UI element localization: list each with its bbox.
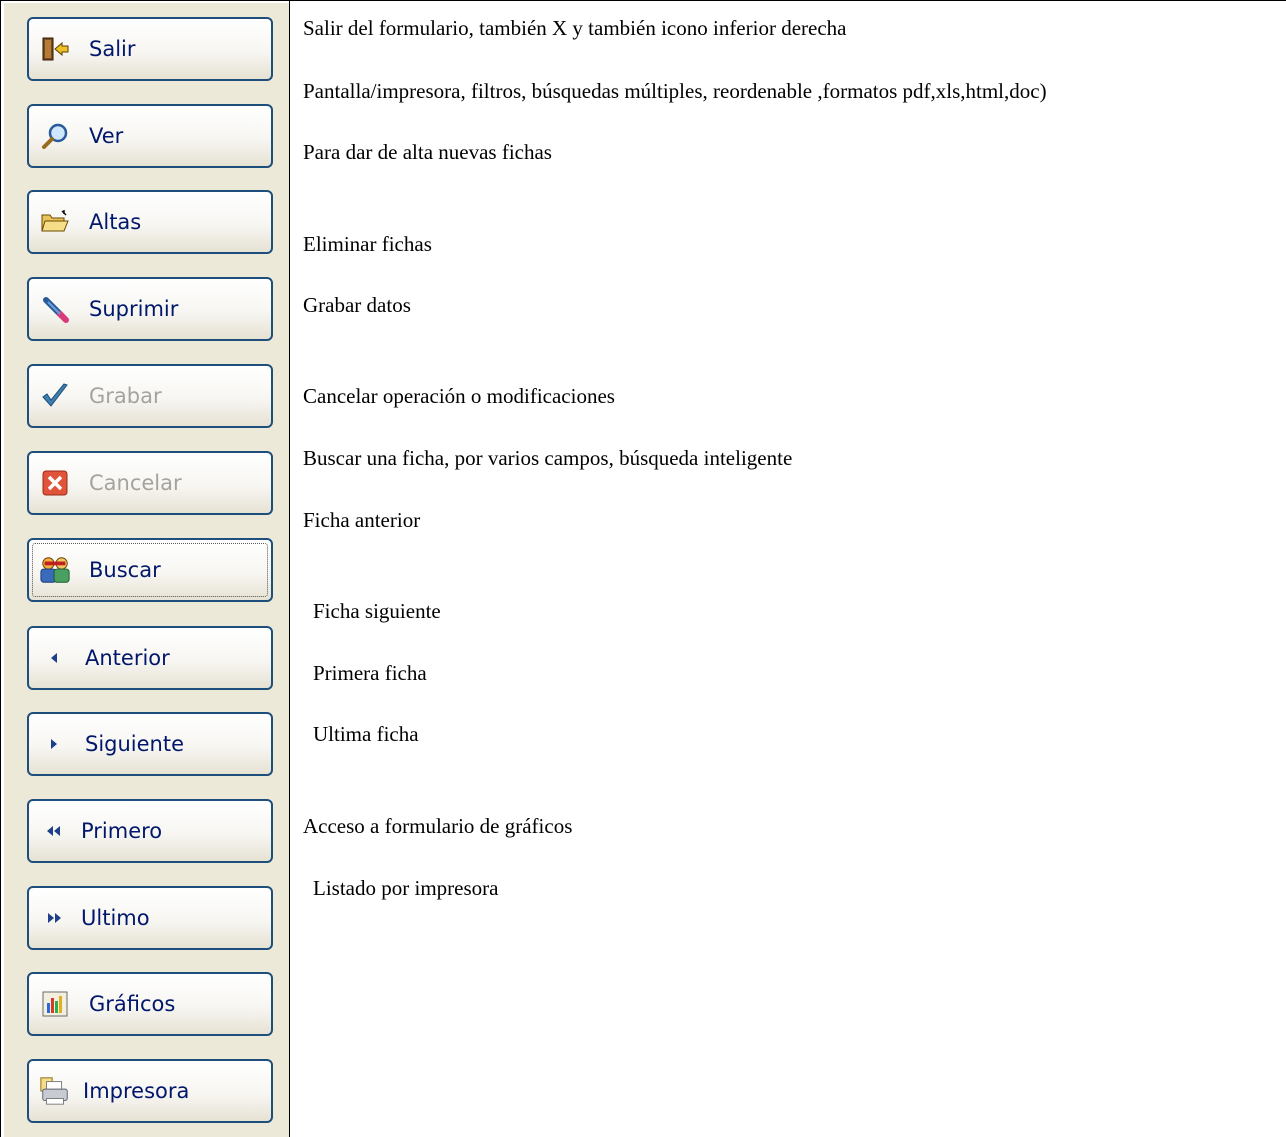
checkmark-icon: [39, 380, 71, 412]
siguiente-label: Siguiente: [85, 732, 185, 756]
ver-label: Ver: [89, 124, 124, 148]
grabar-label: Grabar: [89, 384, 162, 408]
help-table: Salir Ver Altas Suprimir Grabar Cancelar: [0, 0, 1286, 1137]
people-search-icon: [39, 554, 71, 586]
eraser-pencil-icon: [39, 293, 71, 325]
ver-button[interactable]: Ver: [27, 104, 273, 168]
buscar-description: Buscar una ficha, por varios campos, bús…: [303, 446, 793, 470]
salir-label: Salir: [89, 37, 136, 61]
buscar-button[interactable]: Buscar: [27, 538, 273, 602]
table-border-left: [0, 0, 1, 1137]
arrow-right-icon: [45, 728, 63, 760]
impresora-button[interactable]: Impresora: [27, 1059, 273, 1123]
graficos-description: Acceso a formulario de gráficos: [303, 814, 573, 838]
suprimir-label: Suprimir: [89, 297, 179, 321]
siguiente-button[interactable]: Siguiente: [27, 712, 273, 776]
altas-label: Altas: [89, 210, 142, 234]
ver-description: Pantalla/impresora, filtros, búsquedas m…: [303, 79, 1047, 103]
cancelar-button[interactable]: Cancelar: [27, 451, 273, 515]
altas-button[interactable]: Altas: [27, 190, 273, 254]
magnifier-icon: [39, 120, 71, 152]
cancelar-label: Cancelar: [89, 471, 182, 495]
double-arrow-left-icon: [45, 815, 63, 847]
altas-description: Para dar de alta nuevas fichas: [303, 140, 552, 164]
suprimir-description: Eliminar fichas: [303, 232, 432, 256]
arrow-left-icon: [45, 642, 63, 674]
bar-chart-icon: [39, 988, 71, 1020]
double-arrow-right-icon: [45, 902, 63, 934]
table-column-divider: [289, 0, 290, 1137]
red-x-icon: [39, 467, 71, 499]
door-exit-icon: [39, 33, 71, 65]
anterior-description: Ficha anterior: [303, 508, 421, 532]
primero-button[interactable]: Primero: [27, 799, 273, 863]
grabar-button[interactable]: Grabar: [27, 364, 273, 428]
salir-button[interactable]: Salir: [27, 17, 273, 81]
anterior-label: Anterior: [85, 646, 170, 670]
ultimo-description: Ultima ficha: [313, 722, 419, 746]
open-folder-icon: [39, 206, 71, 238]
graficos-button[interactable]: Gráficos: [27, 972, 273, 1036]
salir-description: Salir del formulario, también X y tambié…: [303, 16, 847, 40]
table-border-top: [0, 0, 1286, 1]
buscar-label: Buscar: [89, 558, 161, 582]
primero-label: Primero: [81, 819, 163, 843]
ultimo-label: Ultimo: [81, 906, 150, 930]
ultimo-button[interactable]: Ultimo: [27, 886, 273, 950]
grabar-description: Grabar datos: [303, 293, 411, 317]
printer-icon: [39, 1075, 71, 1107]
anterior-button[interactable]: Anterior: [27, 626, 273, 690]
primero-description: Primera ficha: [313, 661, 427, 685]
graficos-label: Gráficos: [89, 992, 176, 1016]
suprimir-button[interactable]: Suprimir: [27, 277, 273, 341]
impresora-description: Listado por impresora: [313, 876, 499, 900]
impresora-label: Impresora: [83, 1079, 190, 1103]
siguiente-description: Ficha siguiente: [313, 599, 441, 623]
cancelar-description: Cancelar operación o modificaciones: [303, 384, 615, 408]
